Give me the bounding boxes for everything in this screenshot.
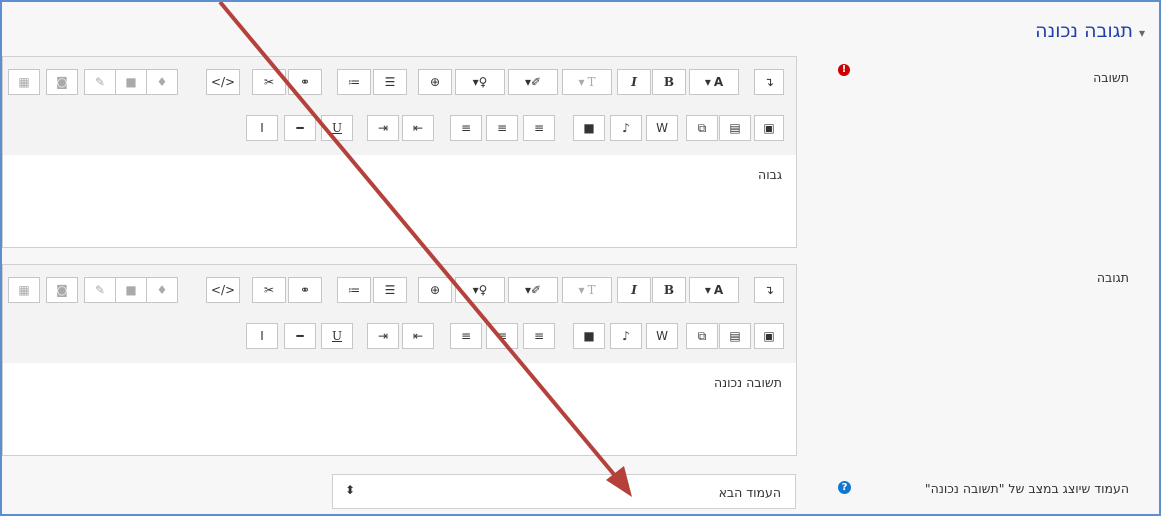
record-audio-icon[interactable]: ♪ [610,115,642,141]
microphone-icon[interactable]: ♦ [146,277,178,303]
question-circle-icon[interactable]: ? [838,481,851,494]
italic-button[interactable]: I [617,69,651,95]
video-icon[interactable]: ■ [115,69,147,95]
font-color-button[interactable]: ▾ A [689,277,739,303]
feedback-editor: ↴ ▾ A B I ▾ T ▾✐ ▾♀ ⊕ ☰ ≔ ⚭ ✂ </> ♦ ■ ✎ ◙ … [2,264,797,456]
question-form: ▾ תגובה נכונה תשובה ! ↴ ▾ A B I ▾ T ▾✐ ▾♀ ⊕… [0,0,1161,516]
html-button[interactable]: </> [206,69,240,95]
font-color-label: A [713,283,724,297]
answer-text: גבוה [758,167,782,182]
align-right-icon[interactable]: ≡ [450,115,482,141]
zoom-icon[interactable]: ⊕ [418,277,452,303]
ltr-direction-button[interactable]: ↴ [754,277,784,303]
word-icon[interactable]: W [646,323,678,349]
pencil-icon[interactable]: ✎ [84,69,116,95]
microphone-icon[interactable]: ♦ [146,69,178,95]
camera-icon[interactable]: ◙ [46,277,78,303]
underline-button[interactable]: U [321,323,353,349]
align-center-icon[interactable]: ≡ [486,115,518,141]
feedback-text-area[interactable]: תשובה נכונה [3,363,796,455]
record-audio-icon[interactable]: ♪ [610,323,642,349]
brush-icon[interactable]: ▾✐ [508,277,558,303]
brush-icon[interactable]: ▾✐ [508,69,558,95]
indent-icon[interactable]: ⇥ [367,115,399,141]
feedback-text: תשובה נכונה [713,375,782,390]
zoom-icon[interactable]: ⊕ [418,69,452,95]
copy-icon[interactable]: ⧉ [686,323,718,349]
camera-icon[interactable]: ◙ [46,69,78,95]
record-video-icon[interactable]: ■ [573,115,605,141]
horizontal-rule-icon[interactable]: ━ [284,323,316,349]
answer-text-area[interactable]: גבוה [3,155,796,247]
ltr-direction-button[interactable]: ↴ [754,69,784,95]
underline-button[interactable]: U [321,115,353,141]
font-size-button[interactable]: ▾ T [562,69,612,95]
ordered-list-icon[interactable]: ≔ [337,69,371,95]
media-icon[interactable]: ▤ [719,323,751,349]
lightbulb-icon[interactable]: ▾♀ [455,69,505,95]
align-center-icon[interactable]: ≡ [486,323,518,349]
outdent-icon[interactable]: ⇤ [402,323,434,349]
outdent-icon[interactable]: ⇤ [402,115,434,141]
unordered-list-icon[interactable]: ☰ [373,277,407,303]
pencil-icon[interactable]: ✎ [84,277,116,303]
font-color-label: A [713,75,724,89]
feedback-toolbar: ↴ ▾ A B I ▾ T ▾✐ ▾♀ ⊕ ☰ ≔ ⚭ ✂ </> ♦ ■ ✎ ◙ … [3,265,796,364]
section-title: תגובה נכונה [1035,20,1133,42]
word-icon[interactable]: W [646,115,678,141]
chevron-down-icon[interactable]: ▾ [1139,26,1145,40]
image-icon[interactable]: ▣ [754,323,784,349]
bold-button[interactable]: B [652,277,686,303]
answer-toolbar: ↴ ▾ A B I ▾ T ▾✐ ▾♀ ⊕ ☰ ≔ ⚭ ✂ </> ♦ ■ ✎ ◙ … [3,57,796,156]
record-video-icon[interactable]: ■ [573,323,605,349]
font-size-label: T [587,75,596,89]
html-button[interactable]: </> [206,277,240,303]
italic-button[interactable]: I [617,277,651,303]
lightbulb-icon[interactable]: ▾♀ [455,277,505,303]
updown-arrows-icon: ⬍ [345,483,356,497]
answer-editor: ↴ ▾ A B I ▾ T ▾✐ ▾♀ ⊕ ☰ ≔ ⚭ ✂ </> ♦ ■ ✎ ◙ … [2,56,797,248]
cursor-icon[interactable]: Ι [246,115,278,141]
ordered-list-icon[interactable]: ≔ [337,277,371,303]
media-icon[interactable]: ▤ [719,115,751,141]
link-icon[interactable]: ⚭ [288,277,322,303]
align-right-icon[interactable]: ≡ [450,323,482,349]
copy-icon[interactable]: ⧉ [686,115,718,141]
unlink-icon[interactable]: ✂ [252,277,286,303]
feedback-label: תגובה [1096,270,1129,285]
page-select[interactable]: העמוד הבא ⬍ [332,474,796,509]
link-icon[interactable]: ⚭ [288,69,322,95]
video-icon[interactable]: ■ [115,277,147,303]
table-icon[interactable]: ▦ [8,277,40,303]
unordered-list-icon[interactable]: ☰ [373,69,407,95]
indent-icon[interactable]: ⇥ [367,323,399,349]
horizontal-rule-icon[interactable]: ━ [284,115,316,141]
unlink-icon[interactable]: ✂ [252,69,286,95]
table-icon[interactable]: ▦ [8,69,40,95]
answer-label: תשובה [1093,70,1129,85]
font-size-label: T [587,283,596,297]
page-select-value: העמוד הבא [718,485,781,500]
align-left-icon[interactable]: ≡ [523,115,555,141]
bold-button[interactable]: B [652,69,686,95]
page-select-label: העמוד שיוצג במצב של "תשובה נכונה" [924,481,1129,496]
cursor-icon[interactable]: Ι [246,323,278,349]
font-color-button[interactable]: ▾ A [689,69,739,95]
section-header[interactable]: ▾ תגובה נכונה [1035,20,1145,42]
exclamation-circle-icon: ! [838,64,850,76]
font-size-button[interactable]: ▾ T [562,277,612,303]
image-icon[interactable]: ▣ [754,115,784,141]
align-left-icon[interactable]: ≡ [523,323,555,349]
